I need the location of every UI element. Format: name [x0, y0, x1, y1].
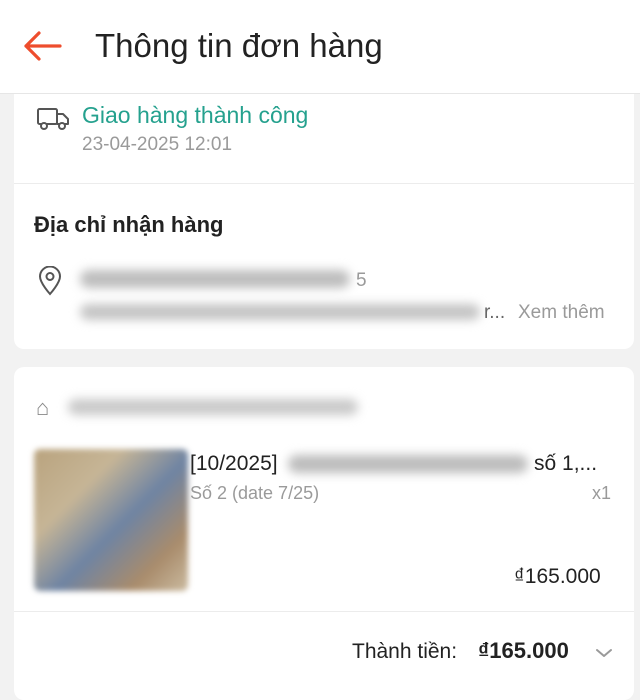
product-title[interactable]: [10/2025] — [190, 452, 278, 476]
location-pin-icon — [38, 266, 62, 296]
shop-name-redacted[interactable] — [68, 399, 358, 415]
shipping-status[interactable]: Giao hàng thành công — [82, 102, 308, 129]
truck-icon — [37, 108, 69, 130]
see-more-link[interactable]: Xem thêm — [518, 302, 605, 324]
address-line-redacted — [80, 304, 480, 320]
app-header: Thông tin đơn hàng — [0, 0, 640, 94]
product-image[interactable] — [34, 449, 188, 591]
product-title-redacted — [288, 455, 528, 473]
divider — [14, 183, 634, 184]
shipping-address-card: Giao hàng thành công 23-04-2025 12:01 Đị… — [14, 94, 634, 349]
order-card: ⌂ [10/2025] số 1,... Số 2 (date 7/25) x1… — [14, 367, 634, 700]
address-line-redacted — [80, 270, 350, 288]
shop-icon: ⌂ — [36, 395, 50, 420]
product-price: ₫165.000 — [514, 565, 601, 588]
total-value: ₫165.000 — [478, 638, 569, 663]
order-total-row[interactable]: Thành tiền: ₫165.000 — [14, 612, 634, 700]
shipping-timestamp: 23-04-2025 12:01 — [82, 134, 233, 155]
page-title: Thông tin đơn hàng — [95, 27, 383, 64]
chevron-down-icon[interactable] — [594, 646, 614, 660]
address-line2-tail: r... — [484, 302, 506, 323]
back-button[interactable] — [20, 26, 64, 66]
product-variant: Số 2 (date 7/25) — [190, 483, 320, 503]
product-quantity: x1 — [592, 483, 612, 503]
arrow-left-icon — [24, 31, 62, 61]
address-heading: Địa chỉ nhận hàng — [34, 212, 224, 237]
address-line1-tail: 5 — [356, 270, 367, 291]
total-label: Thành tiền: — [352, 640, 458, 663]
product-title-tail: số 1,... — [534, 452, 598, 475]
